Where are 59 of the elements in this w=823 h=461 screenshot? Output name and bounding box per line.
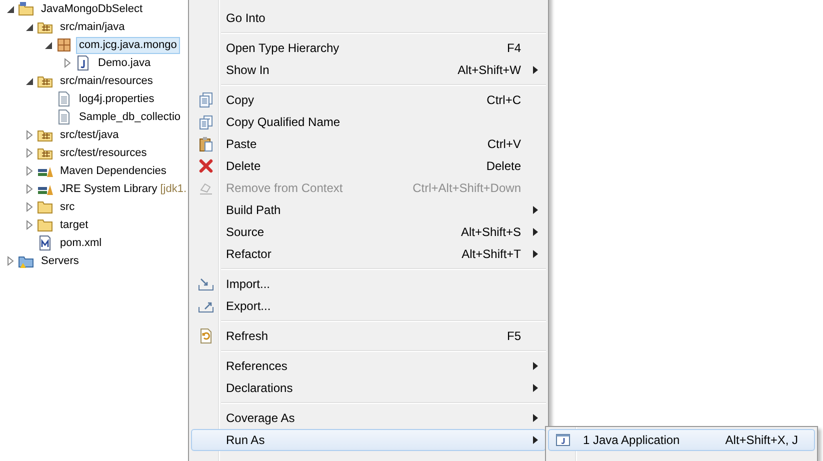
- tree-item-label[interactable]: JRE System Library: [57, 180, 160, 198]
- project-folder-icon: [18, 1, 34, 17]
- menu-item[interactable]: References: [191, 355, 546, 377]
- text-file-icon: [56, 109, 72, 125]
- menu-item[interactable]: Copy Qualified Name: [191, 111, 546, 133]
- shortcut-label: Alt+Shift+S: [460, 224, 521, 241]
- tree-item-label[interactable]: com.jcg.java.mongo: [76, 36, 180, 54]
- menu-item[interactable]: Copy Ctrl+C: [191, 89, 546, 111]
- menu-item[interactable]: Coverage As: [191, 407, 546, 429]
- shortcut-label: Ctrl+V: [487, 136, 521, 153]
- shortcut-label: Ctrl+Alt+Shift+Down: [412, 180, 521, 197]
- menu-item[interactable]: Refactor Alt+Shift+T: [191, 243, 546, 265]
- shortcut-label: Alt+Shift+W: [458, 62, 521, 79]
- menu-item[interactable]: Go Into: [191, 7, 546, 29]
- shortcut-label: Alt+Shift+X, J: [725, 432, 798, 449]
- menu-item[interactable]: Open Type Hierarchy F4: [191, 37, 546, 59]
- tree-item-label[interactable]: Demo.java: [95, 54, 154, 72]
- text-file-icon: [56, 91, 72, 107]
- tree-item-label[interactable]: pom.xml: [57, 234, 105, 252]
- menu-item[interactable]: Source Alt+Shift+S: [191, 221, 546, 243]
- shortcut-label: Ctrl+C: [486, 92, 521, 109]
- menu-item[interactable]: Refresh F5: [191, 325, 546, 347]
- copy-icon: [198, 92, 214, 108]
- shortcut-label: Delete: [486, 158, 521, 175]
- folder-icon: [37, 217, 53, 233]
- java-app-icon: [555, 432, 571, 448]
- shortcut-label: F5: [506, 328, 521, 345]
- maven-file-icon: [37, 235, 53, 251]
- copy-name-icon: [198, 114, 214, 130]
- tree-item-label[interactable]: JavaMongoDbSelect: [38, 0, 146, 18]
- delete-icon: [198, 158, 214, 174]
- package-icon: [56, 37, 72, 53]
- menu-item[interactable]: Delete Delete: [191, 155, 546, 177]
- menu-item[interactable]: Paste Ctrl+V: [191, 133, 546, 155]
- tree-item-label[interactable]: Servers: [38, 252, 82, 270]
- menu-item[interactable]: Show In Alt+Shift+W: [191, 59, 546, 81]
- tree-item-label[interactable]: src: [57, 198, 78, 216]
- shortcut-label: F4: [506, 40, 521, 57]
- tree-item-label[interactable]: log4j.properties: [76, 90, 158, 108]
- shortcut-label: Alt+Shift+T: [462, 246, 521, 263]
- tree-item-label[interactable]: Maven Dependencies: [57, 162, 170, 180]
- tree-item-label[interactable]: src/test/resources: [57, 144, 150, 162]
- java-file-icon: [75, 55, 91, 71]
- folder-icon: [37, 199, 53, 215]
- tree-item-label[interactable]: src/main/resources: [57, 72, 156, 90]
- menu-item[interactable]: 1 Java Application Alt+Shift+X, J: [548, 429, 815, 451]
- tree-item-label[interactable]: Sample_db_collectio: [76, 108, 184, 126]
- tree-item-label[interactable]: src/test/java: [57, 126, 122, 144]
- menu-item[interactable]: Export...: [191, 295, 546, 317]
- jdk-version-decoration: [jdk1.: [160, 182, 186, 197]
- clipboard-icon: [198, 136, 214, 152]
- menu-item[interactable]: Run As: [191, 429, 546, 451]
- import-icon: [198, 276, 214, 292]
- menu-item[interactable]: Import...: [191, 273, 546, 295]
- refresh-icon: [198, 328, 214, 344]
- tree-item-label[interactable]: target: [57, 216, 92, 234]
- menu-item[interactable]: Declarations: [191, 377, 546, 399]
- menu-item[interactable]: Build Path: [191, 199, 546, 221]
- tree-item-label[interactable]: src/main/java: [57, 18, 128, 36]
